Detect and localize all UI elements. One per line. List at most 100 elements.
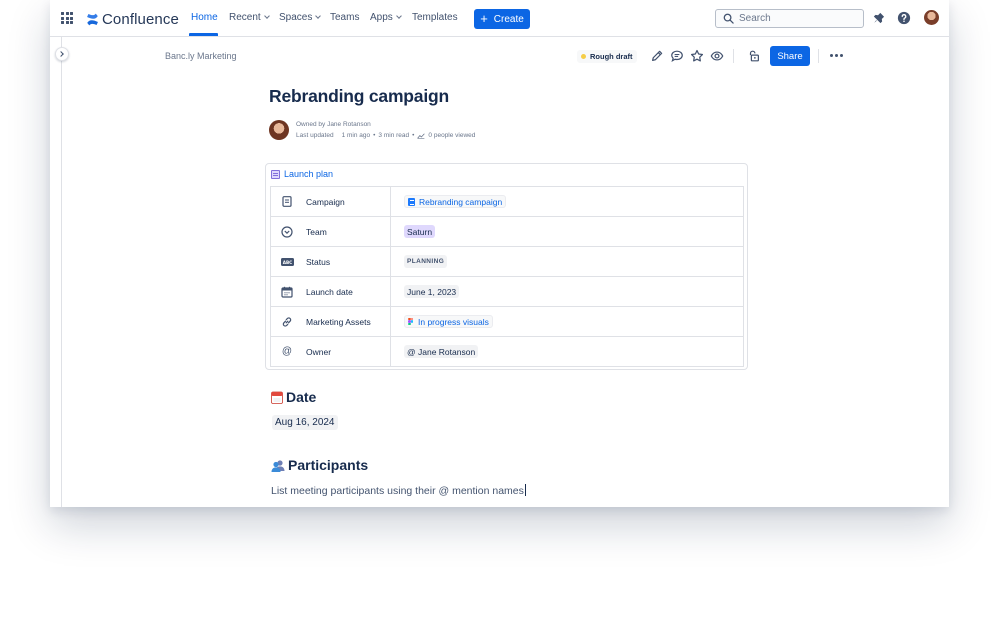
views-count[interactable]: 0 people viewed xyxy=(428,132,475,139)
table-row: Team Saturn xyxy=(270,216,744,247)
chevron-down-icon xyxy=(315,13,322,19)
svg-text:ABC: ABC xyxy=(282,259,292,264)
top-navigation: Confluence Home Recent Spaces Teams Apps… xyxy=(50,0,949,37)
toolbar-divider xyxy=(733,49,734,63)
property-label: Status xyxy=(306,256,331,267)
watch-icon[interactable] xyxy=(710,49,724,63)
property-value: In progress visuals xyxy=(418,316,489,327)
last-updated-label: Last updated xyxy=(296,132,334,139)
property-value-cell[interactable]: Saturn xyxy=(390,216,744,247)
read-time: 3 min read xyxy=(378,132,410,139)
author-avatar[interactable] xyxy=(269,120,289,140)
database-icon xyxy=(271,169,280,179)
search-icon xyxy=(723,13,734,24)
launch-date-chip[interactable]: June 1, 2023 xyxy=(404,285,460,298)
date-chip[interactable]: Aug 16, 2024 xyxy=(272,415,338,430)
meta-separator: • xyxy=(412,132,415,139)
updated-ago[interactable]: 1 min ago xyxy=(342,132,371,139)
property-value-cell[interactable]: PLANNING xyxy=(390,246,744,277)
star-icon[interactable] xyxy=(690,49,704,63)
property-label: Owner xyxy=(306,346,332,357)
property-label-cell: @ Owner xyxy=(270,336,391,367)
plus-icon: + xyxy=(480,11,488,26)
page-metadata: Last updated 1 min ago • 3 min read • 0 … xyxy=(296,132,475,139)
status-badge[interactable]: Rough draft xyxy=(577,50,637,63)
app-name: Confluence xyxy=(102,10,179,28)
property-value-cell[interactable]: June 1, 2023 xyxy=(390,276,744,307)
launch-plan-title-link[interactable]: Launch plan xyxy=(271,169,333,179)
link-icon xyxy=(280,315,294,329)
property-label: Launch date xyxy=(306,286,353,297)
confluence-window: Confluence Home Recent Spaces Teams Apps… xyxy=(50,0,949,507)
page-icon xyxy=(280,195,294,209)
date-heading-text: Date xyxy=(286,389,317,405)
nav-spaces[interactable]: Spaces xyxy=(279,12,322,23)
property-label: Marketing Assets xyxy=(306,316,371,327)
analytics-icon xyxy=(417,132,426,139)
owner-byline: Owned by Jane Rotanson xyxy=(296,121,371,128)
toolbar-divider xyxy=(818,49,819,63)
comment-icon[interactable] xyxy=(670,49,684,63)
table-row: @ Owner @ Jane Rotanson xyxy=(270,336,744,367)
nav-recent-label: Recent xyxy=(229,12,261,23)
table-row: Launch date June 1, 2023 xyxy=(270,276,744,307)
marketing-assets-link[interactable]: In progress visuals xyxy=(404,315,493,328)
breadcrumb[interactable]: Banc.ly Marketing xyxy=(165,51,237,61)
property-label: Campaign xyxy=(306,196,345,207)
nav-home[interactable]: Home xyxy=(191,12,218,23)
profile-avatar[interactable] xyxy=(924,10,939,25)
campaign-page-link[interactable]: Rebranding campaign xyxy=(404,195,507,208)
text-field-icon: ABC xyxy=(280,255,294,269)
team-chip[interactable]: Saturn xyxy=(404,225,436,238)
owner-mention[interactable]: @ Jane Rotanson xyxy=(404,345,479,358)
search-input[interactable] xyxy=(739,12,857,25)
nav-teams[interactable]: Teams xyxy=(330,12,359,23)
property-value-cell[interactable]: @ Jane Rotanson xyxy=(390,336,744,367)
confluence-logo-icon xyxy=(87,13,98,25)
chevron-down-icon xyxy=(395,13,402,19)
text-cursor xyxy=(524,484,526,496)
status-dot xyxy=(581,54,586,59)
sidebar-divider xyxy=(61,37,62,507)
confluence-page-icon xyxy=(408,197,415,206)
restrictions-icon[interactable] xyxy=(747,49,761,63)
property-value-cell[interactable]: Rebranding campaign xyxy=(390,186,744,217)
property-label-cell: ABC Status xyxy=(270,246,391,277)
chevron-right-icon xyxy=(58,51,64,57)
apps-grid-icon[interactable] xyxy=(61,12,73,24)
more-icon[interactable] xyxy=(830,54,844,58)
property-value-cell[interactable]: In progress visuals xyxy=(390,306,744,337)
search-box[interactable] xyxy=(715,9,864,28)
date-heading: Date xyxy=(271,389,316,405)
meta-separator: • xyxy=(373,132,376,139)
nav-recent[interactable]: Recent xyxy=(229,12,270,23)
participants-heading-text: Participants xyxy=(288,457,369,473)
nav-spaces-label: Spaces xyxy=(279,12,313,23)
participants-editor-line[interactable]: List meeting participants using their @ … xyxy=(271,484,526,497)
nav-home-active-indicator xyxy=(189,33,218,36)
table-row: ABC Status PLANNING xyxy=(270,246,744,277)
launch-plan-card: Launch plan Campaign Rebranding campaign… xyxy=(265,163,748,370)
nav-templates[interactable]: Templates xyxy=(412,12,458,23)
create-button[interactable]: + Create xyxy=(474,9,530,29)
share-button[interactable]: Share xyxy=(770,46,810,66)
edit-icon[interactable] xyxy=(650,49,664,63)
property-label-cell: Launch date xyxy=(270,276,391,307)
help-icon[interactable] xyxy=(897,11,911,25)
property-label-cell: Marketing Assets xyxy=(270,306,391,337)
chevron-down-icon xyxy=(263,13,270,19)
confluence-logo[interactable]: Confluence xyxy=(86,9,179,29)
participants-heading: Participants xyxy=(271,457,368,473)
people-emoji-icon xyxy=(271,459,285,472)
status-lozenge[interactable]: PLANNING xyxy=(404,255,448,268)
nav-apps[interactable]: Apps xyxy=(370,12,402,23)
table-row: Campaign Rebranding campaign xyxy=(270,186,744,217)
status-badge-label: Rough draft xyxy=(590,52,633,61)
mention-icon: @ xyxy=(281,346,293,357)
launch-plan-title: Launch plan xyxy=(284,169,334,179)
figma-icon xyxy=(408,317,413,326)
notification-icon[interactable] xyxy=(872,11,886,25)
expand-sidebar-button[interactable] xyxy=(55,47,69,61)
calendar-emoji-icon xyxy=(271,391,283,404)
dropdown-circle-icon xyxy=(280,225,294,239)
